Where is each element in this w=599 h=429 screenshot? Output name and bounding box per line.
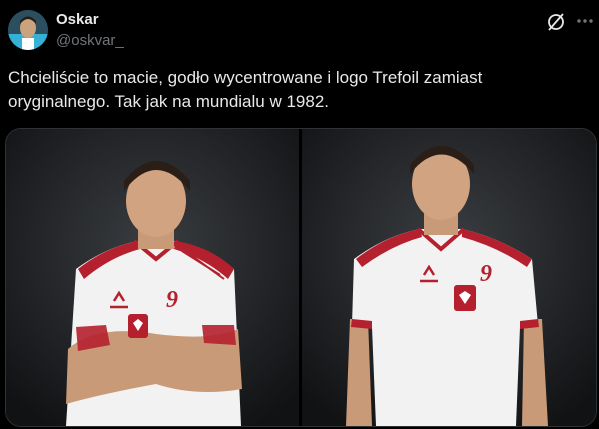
jersey-number-left: 9 xyxy=(166,287,178,313)
user-handle[interactable]: @oskvar_ xyxy=(56,32,124,49)
jersey-number-right: 9 xyxy=(480,261,492,287)
more-icon[interactable] xyxy=(574,10,596,32)
grok-icon[interactable] xyxy=(546,12,566,32)
tweet-text: Chcieliście to macie, godło wycentrowane… xyxy=(8,68,483,111)
photo-left[interactable]: 9 xyxy=(6,129,299,426)
media-grid: 9 9 xyxy=(5,128,597,427)
photo-right[interactable]: 9 xyxy=(302,129,596,426)
avatar[interactable] xyxy=(8,10,48,50)
display-name[interactable]: Oskar xyxy=(56,11,99,28)
avatar-image xyxy=(8,10,48,50)
